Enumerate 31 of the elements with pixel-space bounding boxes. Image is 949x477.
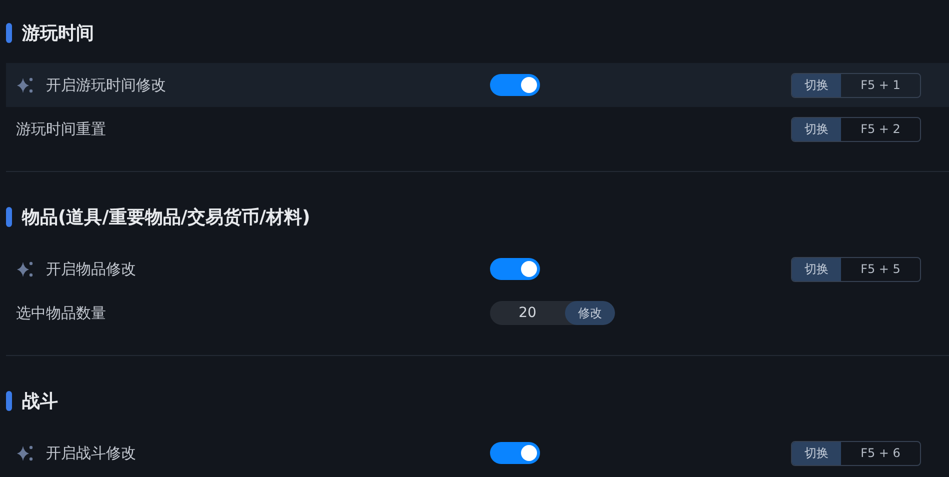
switch-button[interactable]: 切换 (792, 258, 841, 280)
setting-label: 游玩时间重置 (16, 120, 106, 138)
toggle-switch[interactable] (490, 442, 540, 464)
hotkey-text: F5 + 5 (860, 261, 902, 278)
setting-label: 开启物品修改 (46, 260, 136, 278)
setting-label: 开启战斗修改 (46, 444, 136, 462)
hotkey-text: F5 + 6 (860, 445, 902, 462)
section-title: 战斗 (22, 390, 58, 413)
hotkey-control[interactable]: 切换 F5 + 5 (791, 256, 921, 282)
accent-bar (6, 23, 12, 43)
hotkey-control[interactable]: 切换 F5 + 2 (791, 116, 921, 142)
accent-bar (6, 207, 12, 227)
hotkey-text: F5 + 2 (860, 121, 902, 138)
modify-button[interactable]: 修改 (565, 301, 615, 325)
switch-button[interactable]: 切换 (792, 442, 841, 464)
sparkle-icon (16, 260, 34, 278)
quantity-field[interactable]: 20 修改 (490, 301, 615, 325)
setting-label: 选中物品数量 (16, 304, 106, 322)
hotkey-text: F5 + 1 (860, 77, 902, 94)
toggle-switch[interactable] (490, 258, 540, 280)
hotkey-control[interactable]: 切换 F5 + 6 (791, 440, 921, 466)
section-title: 物品(道具/重要物品/交易货币/材料) (22, 206, 310, 229)
hotkey-control[interactable]: 切换 F5 + 1 (791, 72, 921, 98)
sparkle-icon (16, 444, 34, 462)
setting-label: 开启游玩时间修改 (46, 76, 166, 94)
accent-bar (6, 391, 12, 411)
switch-button[interactable]: 切换 (792, 74, 841, 96)
toggle-switch[interactable] (490, 74, 540, 96)
section-title: 游玩时间 (22, 22, 94, 45)
switch-button[interactable]: 切换 (792, 118, 841, 140)
sparkle-icon (16, 76, 34, 94)
